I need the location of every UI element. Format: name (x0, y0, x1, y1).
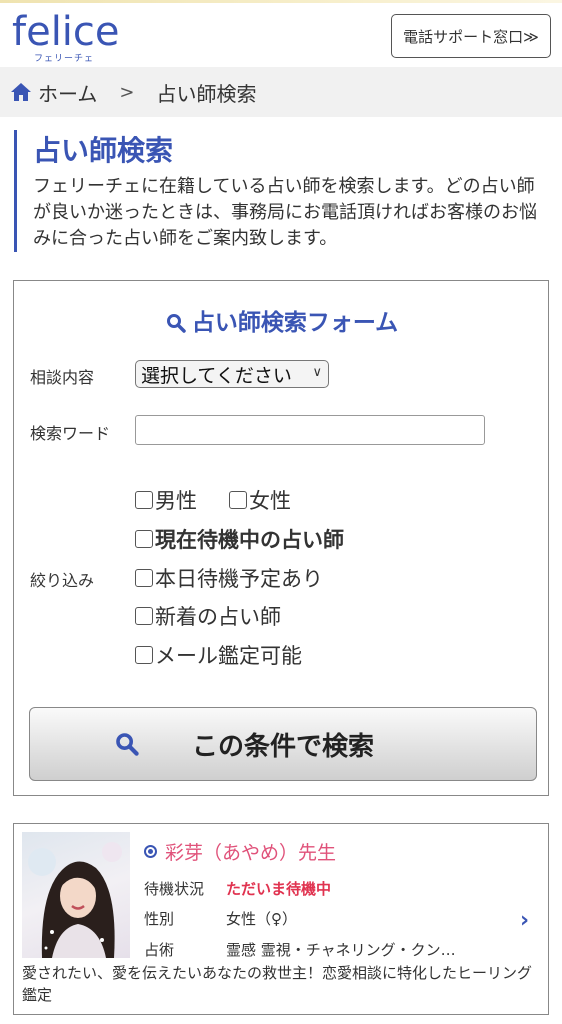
page-header: 占い師検索 フェリーチェに在籍している占い師を検索します。どの占い師が良いか迷っ… (14, 130, 550, 252)
chevron-down-icon: ∨ (312, 365, 322, 380)
checkbox-new[interactable] (135, 607, 153, 625)
filter-waiting-now[interactable]: 現在待機中の占い師 (135, 524, 344, 554)
consult-select-value: 選択してください (141, 364, 292, 387)
search-icon (116, 733, 139, 756)
bullet-icon (144, 845, 157, 858)
search-form-title-text: 占い師検索フォーム (191, 310, 399, 336)
filter-waiting-today[interactable]: 本日待機予定あり (135, 563, 323, 593)
checkbox-waiting-today[interactable] (135, 569, 153, 587)
avatar-portrait (28, 842, 122, 958)
search-submit-button[interactable]: この条件で検索 (29, 707, 537, 781)
page-title: 占い師検索 (33, 134, 174, 167)
status-label: 待機状況 (144, 880, 205, 898)
method-value: 霊感 霊視・チャネリング・クン… (226, 941, 456, 959)
chevron-right-icon[interactable]: › (520, 908, 529, 933)
felice-logo[interactable]: felice フェリーチェ (12, 9, 132, 65)
checkbox-female[interactable] (229, 491, 247, 509)
method-label: 占術 (144, 941, 175, 959)
site-header: felice フェリーチェ 電話サポート窓口≫ (0, 3, 562, 67)
search-form-title: 占い師検索フォーム (14, 303, 550, 337)
gender-value: 女性（♀） (226, 910, 297, 928)
filter-waiting-today-label: 本日待機予定あり (155, 567, 323, 591)
breadcrumb-separator: > (119, 81, 135, 103)
breadcrumb: ホーム > 占い師検索 (0, 67, 562, 117)
home-icon (11, 83, 31, 101)
breadcrumb-home-link[interactable]: ホーム (38, 78, 97, 107)
search-form: 占い師検索フォーム 相談内容 選択してください ∨ 検索ワード 男性 女性 現在… (13, 280, 549, 796)
fortune-teller-card[interactable]: 彩芽（あやめ）先生 待機状況 ただいま待機中 性別 女性（♀） 占術 霊感 霊視… (13, 823, 549, 1015)
consult-select[interactable]: 選択してください ∨ (135, 360, 329, 388)
phone-support-button[interactable]: 電話サポート窓口≫ (391, 14, 551, 58)
consult-label: 相談内容 (30, 368, 95, 387)
keyword-label: 検索ワード (30, 424, 111, 443)
logo-wordmark: felice (12, 9, 120, 55)
checkbox-waiting-now[interactable] (135, 530, 153, 548)
page-description: フェリーチェに在籍している占い師を検索します。どの占い師が良いか迷ったときは、事… (33, 176, 537, 249)
avatar (22, 832, 130, 958)
filter-female[interactable]: 女性 (229, 485, 291, 515)
search-icon (166, 314, 186, 333)
filter-label: 絞り込み (30, 571, 95, 590)
teller-description: 愛されたい、愛を伝えたいあなたの救世主！恋愛相談に特化したヒーリング鑑定 (22, 964, 533, 1004)
gender-label: 性別 (144, 910, 175, 928)
keyword-input[interactable] (135, 415, 485, 445)
checkbox-male[interactable] (135, 491, 153, 509)
logo-subtitle: フェリーチェ (34, 54, 95, 64)
status-badge: ただいま待機中 (226, 880, 332, 898)
filter-new-label: 新着の占い師 (155, 605, 281, 629)
teller-name[interactable]: 彩芽（あやめ）先生 (144, 838, 336, 865)
filter-male-label: 男性 (155, 489, 197, 513)
teller-name-text: 彩芽（あやめ）先生 (165, 842, 337, 864)
breadcrumb-current: 占い師検索 (156, 81, 257, 106)
filter-mail[interactable]: メール鑑定可能 (135, 640, 302, 670)
search-submit-label: この条件で検索 (191, 731, 374, 762)
filter-mail-label: メール鑑定可能 (155, 644, 302, 668)
checkbox-mail[interactable] (135, 646, 153, 664)
filter-male[interactable]: 男性 (135, 485, 197, 515)
filter-female-label: 女性 (249, 489, 291, 513)
filter-waiting-now-label: 現在待機中の占い師 (155, 528, 344, 552)
gender-filters: 男性 女性 (135, 485, 291, 515)
filter-new[interactable]: 新着の占い師 (135, 601, 281, 631)
